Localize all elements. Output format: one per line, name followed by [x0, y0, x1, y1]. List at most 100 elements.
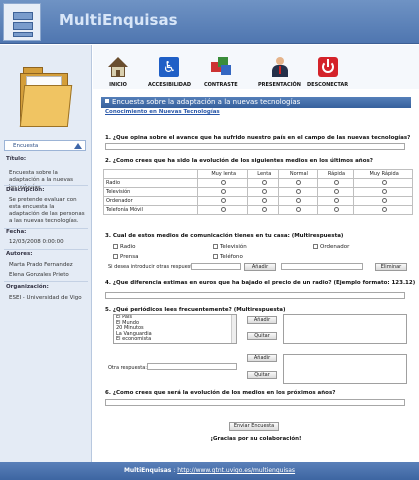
footer-link[interactable]: http://www.gtnt.uvigo.es/multienquisas: [177, 467, 295, 474]
checkbox-label: Televisión: [220, 244, 247, 250]
checkbox-telefono[interactable]: [213, 254, 218, 259]
fecha-label: Fecha:: [6, 229, 27, 235]
radio-button[interactable]: [221, 188, 227, 194]
desconectar-button[interactable]: DESCONECTAR: [307, 57, 348, 88]
footer-app-name: MultiEnquisas: [123, 467, 172, 474]
question-5: 5. ¿Qué periódicos lees frecuentemente? …: [105, 307, 286, 313]
q5-remove-button[interactable]: Quitar: [247, 332, 277, 340]
remove-button[interactable]: Eliminar: [375, 263, 407, 271]
q3-other-label: Si desea introducir otras respuestas:: [108, 264, 200, 270]
autores-label: Autores:: [6, 251, 33, 257]
question-6: 6. ¿Como crees que será la evolución de …: [105, 390, 336, 396]
radio-button[interactable]: [261, 197, 267, 203]
app-title: MultiEnquisas: [59, 11, 178, 29]
fecha-value: 12/03/2008 0:00:00: [9, 239, 64, 245]
radio-button[interactable]: [221, 179, 227, 185]
radio-button[interactable]: [381, 206, 387, 212]
q5-other-remove-button[interactable]: Quitar: [247, 371, 277, 379]
radio-button[interactable]: [333, 179, 339, 185]
presentacion-button[interactable]: PRESENTACIÓN: [258, 57, 301, 88]
add-button[interactable]: Añadir: [244, 263, 276, 271]
col-header: Muy Rápida: [353, 169, 413, 179]
radio-button[interactable]: [221, 197, 227, 203]
q5-other-label: Otra respuesta:: [108, 365, 147, 371]
row-label: Ordenador: [103, 196, 198, 206]
q5-options-list[interactable]: El País El Mundo 20 Minutos La Vanguardi…: [113, 314, 237, 344]
radio-button[interactable]: [296, 179, 302, 185]
submit-button[interactable]: Enviar Encuesta: [229, 422, 279, 431]
contraste-button[interactable]: CONTRASTE: [204, 57, 238, 88]
col-header: Lenta: [247, 169, 280, 179]
question-2: 2. ¿Como crees que ha sido la evolución …: [105, 158, 373, 164]
q5-selected-list[interactable]: [283, 314, 407, 344]
checkbox-label: Prensa: [120, 254, 139, 260]
radio-button[interactable]: [296, 188, 302, 194]
accesibilidad-button[interactable]: ♿ ACCESIBILIDAD: [148, 57, 191, 88]
organizacion-value: ESEI - Universidad de Vigo: [9, 295, 82, 301]
checkbox-radio[interactable]: [113, 244, 118, 249]
accesibilidad-label: ACCESIBILIDAD: [148, 82, 191, 88]
q5-other-input[interactable]: [147, 363, 237, 370]
folder-icon: [19, 67, 74, 127]
q1-input[interactable]: [105, 143, 405, 150]
list-item[interactable]: El economista: [116, 337, 236, 343]
contraste-label: CONTRASTE: [204, 82, 238, 88]
table-row: Ordenador: [103, 196, 413, 206]
power-icon: [317, 57, 338, 77]
collapse-up-icon[interactable]: [74, 143, 82, 149]
descripcion-value: Se pretende evaluar con esta encuesta la…: [9, 197, 85, 224]
checkbox-prensa[interactable]: [113, 254, 118, 259]
thanks-message: ¡Gracias por su colaboración!: [210, 436, 302, 442]
checkbox-label: Radio: [120, 244, 136, 250]
radio-button[interactable]: [296, 197, 302, 203]
footer: MultiEnquisas : http://www.gtnt.uvigo.es…: [0, 462, 419, 480]
checkbox-television[interactable]: [213, 244, 218, 249]
row-label: Telefonía Móvil: [103, 205, 198, 215]
autor-2: Elena Gonzales Prieto: [9, 272, 69, 278]
question-4: 4. ¿Que diferencia estimas en euros que …: [105, 280, 416, 286]
radio-button[interactable]: [381, 188, 387, 194]
radio-button[interactable]: [333, 188, 339, 194]
accessibility-icon: ♿: [159, 57, 180, 77]
question-1: 1. ¿Que opina sobre el avance que ha suf…: [105, 135, 411, 141]
checkbox-label: Ordenador: [320, 244, 350, 250]
q5-other-add-button[interactable]: Añadir: [247, 354, 277, 362]
autor-1: Marta Prado Fernandez: [9, 262, 73, 268]
presentacion-label: PRESENTACIÓN: [258, 82, 301, 88]
radio-button[interactable]: [333, 197, 339, 203]
radio-button[interactable]: [221, 206, 227, 212]
organizacion-label: Organización:: [6, 284, 49, 290]
table-row: Televisión: [103, 187, 413, 197]
descripcion-label: Descripción:: [6, 187, 45, 193]
radio-button[interactable]: [381, 179, 387, 185]
encuesta-tab[interactable]: Encuesta: [4, 140, 86, 151]
encuesta-tab-label: Encuesta: [13, 143, 39, 149]
q5-other-list[interactable]: [283, 354, 407, 384]
row-label: Televisión: [103, 187, 198, 197]
contrast-icon: [210, 57, 231, 77]
q6-input[interactable]: [105, 399, 405, 406]
radio-button[interactable]: [261, 206, 267, 212]
col-header: Rápida: [316, 169, 355, 179]
radio-button[interactable]: [261, 179, 267, 185]
sidebar: Encuesta Título: Encuesta sobre la adapt…: [0, 45, 92, 462]
survey-title: Encuesta sobre la adaptación a la nuevas…: [112, 98, 301, 106]
q3-added-list[interactable]: [281, 263, 363, 270]
home-icon: [108, 57, 128, 77]
row-label: Radio: [103, 178, 198, 188]
table-row: Radio: [103, 178, 413, 188]
checkbox-ordenador[interactable]: [313, 244, 318, 249]
radio-button[interactable]: [261, 188, 267, 194]
inicio-button[interactable]: INICIO: [108, 57, 128, 88]
radio-button[interactable]: [333, 206, 339, 212]
table-row: Telefonía Móvil: [103, 205, 413, 215]
presenter-icon: [270, 57, 290, 77]
radio-button[interactable]: [296, 206, 302, 212]
q3-other-input[interactable]: [191, 263, 241, 270]
col-header: Muy lenta: [196, 169, 249, 179]
q5-add-button[interactable]: Añadir: [247, 316, 277, 324]
scrollbar[interactable]: [231, 315, 236, 343]
question-3: 3. Cual de estos medios de comunicación …: [105, 233, 344, 239]
q4-input[interactable]: [105, 292, 405, 299]
radio-button[interactable]: [381, 197, 387, 203]
